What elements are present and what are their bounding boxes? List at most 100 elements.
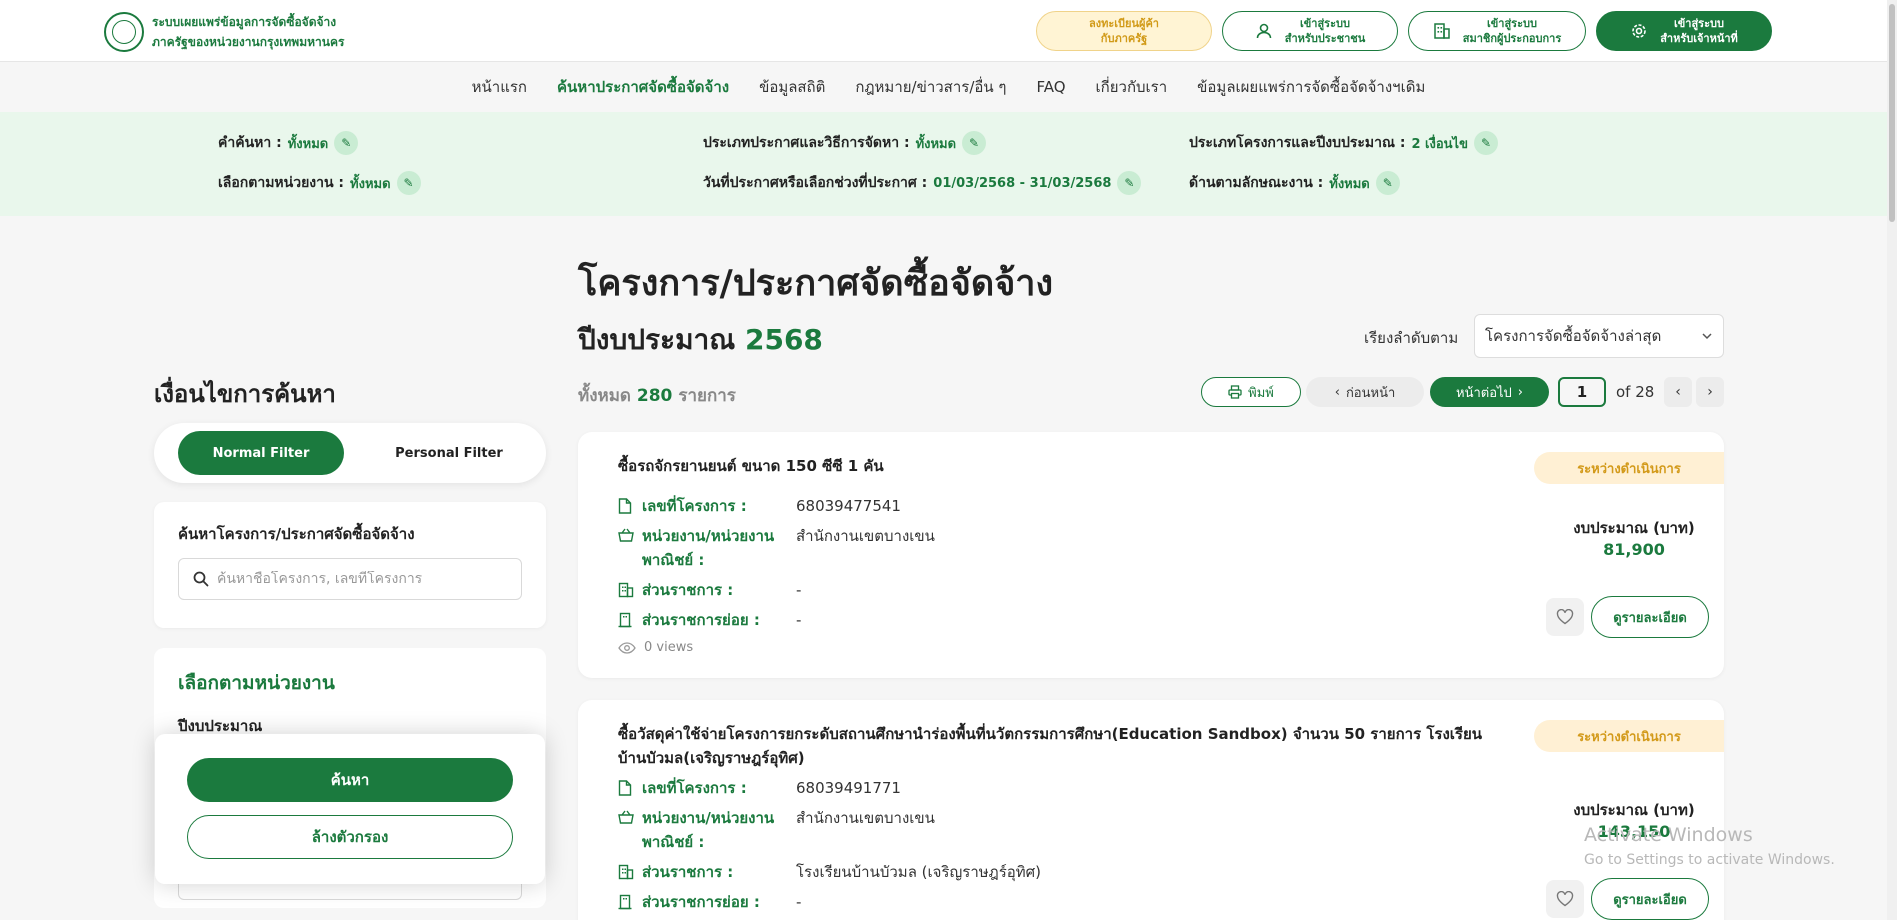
site-brand[interactable]: ระบบเผยแพร่ข้อมูลการจัดซื้อจัดจ้าง ภาครั… bbox=[152, 12, 344, 52]
sub-division-label: ส่วนราชการย่อย : bbox=[642, 611, 760, 629]
views-label: 0 views bbox=[644, 640, 694, 655]
division-row: ส่วนราชการ : - bbox=[618, 578, 801, 602]
nav-law-news[interactable]: กฎหมาย/ข่าวสาร/อื่น ๆ bbox=[855, 75, 1006, 99]
criteria-date: วันที่ประกาศหรือเลือกช่วงที่ประกาศ : 01/… bbox=[703, 171, 1142, 195]
prev-label: ก่อนหน้า bbox=[1345, 385, 1396, 401]
criteria-project-type-label: ประเภทโครงการและปีงบประมาณ : bbox=[1189, 135, 1406, 151]
edit-project-type-icon[interactable]: ✎ bbox=[1473, 131, 1498, 155]
brand-line2: ภาครัฐของหน่วยงานกรุงเทพมหานคร bbox=[152, 35, 345, 49]
sub-division-label: ส่วนราชการย่อย : bbox=[642, 893, 760, 911]
scrollbar-thumb[interactable] bbox=[1889, 4, 1895, 222]
project-search-box[interactable] bbox=[178, 558, 522, 600]
status-badge: ระหว่างดำเนินการ bbox=[1534, 720, 1724, 752]
project-no-row: เลขที่โครงการ : 68039491771 bbox=[618, 776, 901, 800]
next-page-button[interactable]: หน้าต่อไป › bbox=[1430, 377, 1549, 407]
project-card: ซื้อรถจักรยานยนต์ ขนาด 150 ซีซี 1 คัน ระ… bbox=[578, 432, 1724, 678]
criteria-work-label: ด้านตามลักษณะงาน : bbox=[1189, 175, 1324, 191]
total-label: ทั้งหมด bbox=[578, 386, 631, 406]
criteria-date-value: 01/03/2568 - 31/03/2568 bbox=[933, 175, 1112, 191]
project-no-label: เลขที่โครงการ : bbox=[642, 497, 747, 515]
register-vendor-button[interactable]: ลงทะเบียนผู้ค้า กับภาครัฐ bbox=[1036, 11, 1212, 51]
criteria-agency: เลือกตามหน่วยงาน : ทั้งหมด ✎ bbox=[218, 171, 421, 195]
criteria-agency-label: เลือกตามหน่วยงาน : bbox=[218, 175, 345, 191]
sub-division-value: - bbox=[796, 893, 802, 911]
nav-about[interactable]: เกี่ยวกับเรา bbox=[1096, 75, 1168, 99]
project-search-label: ค้นหาโครงการ/ประกาศจัดซื้อจัดจ้าง bbox=[178, 525, 415, 543]
sort-label: เรียงลำดับตาม bbox=[1364, 329, 1459, 347]
member-login-button[interactable]: เข้าสู่ระบบ สมาชิกผู้ประกอบการ bbox=[1408, 11, 1586, 51]
watermark-line2: Go to Settings to activate Windows. bbox=[1584, 852, 1835, 868]
budget-label: งบประมาณ (บาท) bbox=[1573, 801, 1695, 819]
page-next-arrow-icon[interactable]: › bbox=[1696, 377, 1724, 407]
normal-filter-tab[interactable]: Normal Filter bbox=[178, 431, 344, 475]
division-label: ส่วนราชการ : bbox=[642, 581, 734, 599]
project-no-label: เลขที่โครงการ : bbox=[642, 779, 747, 797]
nav-home[interactable]: หน้าแรก bbox=[472, 75, 527, 99]
citizen-line2: สำหรับประชาชน bbox=[1284, 32, 1366, 45]
search-icon bbox=[193, 571, 209, 587]
criteria-project-type-value: 2 เงื่อนไข bbox=[1411, 136, 1468, 152]
division-row: ส่วนราชการ : โรงเรียนบ้านบัวมล (เจริญราษ… bbox=[618, 860, 1041, 884]
agency-value: สำนักงานเขตบางเขน bbox=[796, 527, 935, 545]
edit-work-icon[interactable]: ✎ bbox=[1375, 171, 1400, 195]
agency-label-line2: พาณิชย์ : bbox=[642, 833, 705, 851]
page-scrollbar[interactable] bbox=[1887, 0, 1897, 920]
chevron-right-icon: › bbox=[1517, 384, 1523, 400]
page-number-input[interactable]: 1 bbox=[1558, 377, 1606, 407]
criteria-keyword-value: ทั้งหมด bbox=[287, 136, 329, 152]
register-line1: ลงทะเบียนผู้ค้า bbox=[1089, 17, 1159, 30]
agency-label-line1: หน่วยงาน/หน่วยงาน bbox=[642, 527, 775, 545]
criteria-date-label: วันที่ประกาศหรือเลือกช่วงที่ประกาศ : bbox=[703, 175, 928, 191]
chevron-left-icon: ‹ bbox=[1334, 384, 1340, 400]
page-title: โครงการ/ประกาศจัดซื้อจัดจ้าง bbox=[578, 263, 1054, 304]
filter-toggle: Normal Filter Personal Filter bbox=[154, 423, 546, 483]
member-line1: เข้าสู่ระบบ bbox=[1487, 17, 1537, 30]
search-button[interactable]: ค้นหา bbox=[187, 758, 513, 802]
next-label: หน้าต่อไป bbox=[1456, 385, 1512, 401]
member-line2: สมาชิกผู้ประกอบการ bbox=[1462, 32, 1562, 45]
eye-icon bbox=[618, 641, 636, 654]
page-total: of 28 bbox=[1616, 383, 1655, 401]
favorite-heart-icon[interactable] bbox=[1546, 880, 1584, 918]
nav-faq[interactable]: FAQ bbox=[1036, 78, 1065, 96]
officer-login-button[interactable]: เข้าสู่ระบบ สำหรับเจ้าหน้าที่ bbox=[1596, 11, 1772, 51]
printer-icon bbox=[1228, 385, 1242, 399]
favorite-heart-icon[interactable] bbox=[1546, 598, 1584, 636]
nav-search-announcements[interactable]: ค้นหาประกาศจัดซื้อจัดจ้าง bbox=[557, 75, 729, 99]
edit-type-icon[interactable]: ✎ bbox=[962, 131, 987, 155]
edit-keyword-icon[interactable]: ✎ bbox=[334, 131, 359, 155]
sort-select[interactable]: โครงการจัดซื้อจัดจ้างล่าสุด bbox=[1474, 314, 1724, 358]
basket-icon bbox=[618, 524, 634, 572]
fiscal-year-label: ปีงบประมาณ bbox=[578, 323, 736, 356]
windows-activation-watermark: Activate Windows Go to Settings to activ… bbox=[1584, 824, 1835, 868]
citizen-login-button[interactable]: เข้าสู่ระบบ สำหรับประชาชน bbox=[1222, 11, 1398, 51]
budget-value: 81,900 bbox=[1603, 540, 1665, 559]
nav-legacy-data[interactable]: ข้อมูลเผยแพร่การจัดซื้อจัดจ้างฯเดิม bbox=[1197, 75, 1425, 99]
criteria-work: ด้านตามลักษณะงาน : ทั้งหมด ✎ bbox=[1189, 171, 1400, 195]
officer-line2: สำหรับเจ้าหน้าที่ bbox=[1660, 32, 1738, 45]
division-label: ส่วนราชการ : bbox=[642, 863, 734, 881]
clear-filter-button[interactable]: ล้างตัวกรอง bbox=[187, 815, 513, 859]
edit-agency-icon[interactable]: ✎ bbox=[396, 171, 421, 195]
main-nav: หน้าแรก ค้นหาประกาศจัดซื้อจัดจ้าง ข้อมูล… bbox=[0, 62, 1897, 112]
prev-page-button[interactable]: ‹ ก่อนหน้า bbox=[1306, 377, 1424, 407]
print-button[interactable]: พิมพ์ bbox=[1201, 377, 1301, 407]
nav-statistics[interactable]: ข้อมูลสถิติ bbox=[759, 75, 825, 99]
project-search-input[interactable] bbox=[217, 571, 507, 587]
edit-date-icon[interactable]: ✎ bbox=[1117, 171, 1142, 195]
search-conditions-title: เงื่อนไขการค้นหา bbox=[154, 380, 336, 408]
view-detail-button[interactable]: ดูรายละเอียด bbox=[1591, 878, 1709, 920]
document-icon bbox=[618, 776, 634, 800]
page-prev-arrow-icon[interactable]: ‹ bbox=[1664, 377, 1692, 407]
gear-icon bbox=[1632, 24, 1646, 38]
view-detail-button[interactable]: ดูรายละเอียด bbox=[1591, 596, 1709, 638]
project-no-value: 68039477541 bbox=[796, 497, 901, 515]
personal-filter-tab[interactable]: Personal Filter bbox=[374, 431, 524, 475]
filter-action-panel: ค้นหา ล้างตัวกรอง bbox=[155, 734, 545, 884]
sub-division-row: ส่วนราชการย่อย : - bbox=[618, 890, 801, 914]
bma-logo-icon[interactable] bbox=[104, 12, 144, 52]
project-title[interactable]: ซื้อรถจักรยานยนต์ ขนาด 150 ซีซี 1 คัน bbox=[618, 454, 1498, 478]
project-title[interactable]: ซื้อวัสดุค่าใช้จ่ายโครงการยกระดับสถานศึก… bbox=[618, 722, 1498, 770]
document-icon bbox=[618, 494, 634, 518]
office-icon bbox=[618, 608, 634, 632]
